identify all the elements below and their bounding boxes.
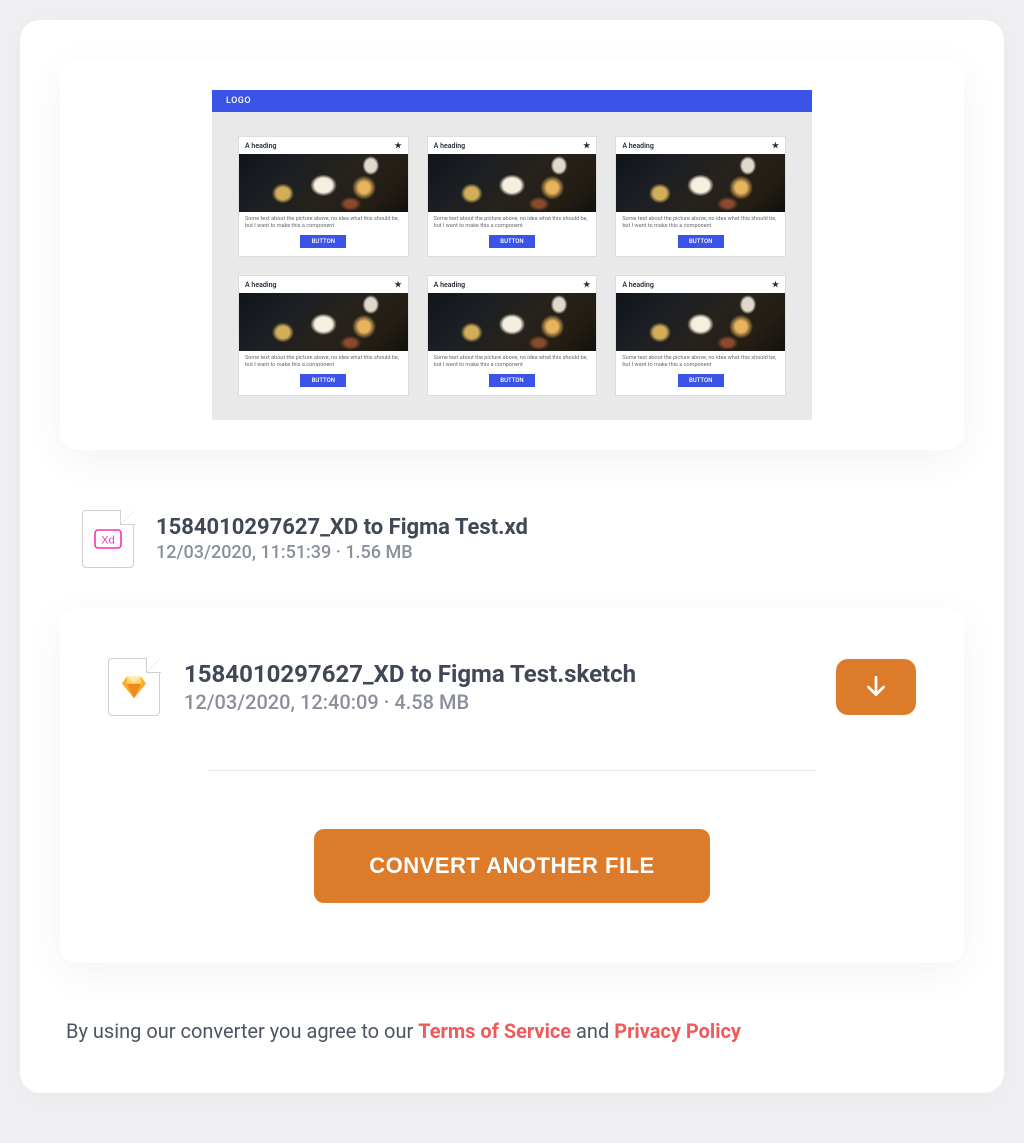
source-file-size: 1.56 MB [345, 542, 412, 563]
preview-card-image [239, 293, 408, 351]
preview-card-heading: A heading [245, 281, 277, 289]
preview-card: A heading ★ Some text about the picture ab… [615, 275, 786, 396]
preview-card: A heading ★ Some text about the picture ab… [238, 136, 409, 257]
preview-card-image [428, 154, 597, 212]
preview-card-text: Some text about the picture above, no id… [434, 355, 591, 368]
star-icon: ★ [772, 141, 779, 150]
star-icon: ★ [583, 280, 590, 289]
source-file-row: Xd 1584010297627_XD to Figma Test.xd 12/… [60, 510, 964, 568]
preview-card-text: Some text about the picture above, no id… [622, 216, 779, 229]
preview-card-button: BUTTON [300, 235, 346, 248]
star-icon: ★ [394, 141, 401, 150]
preview-card-button: BUTTON [300, 374, 346, 387]
footer-mid: and [571, 1019, 614, 1043]
source-file-name: 1584010297627_XD to Figma Test.xd [156, 515, 528, 540]
main-card: LOGO A heading ★ Some text about the pictu… [20, 20, 1004, 1093]
meta-separator: · [379, 690, 395, 714]
terms-of-service-link[interactable]: Terms of Service [418, 1019, 571, 1043]
source-file-info: 1584010297627_XD to Figma Test.xd 12/03/… [156, 515, 528, 563]
privacy-policy-link[interactable]: Privacy Policy [614, 1019, 741, 1043]
result-file-info: 1584010297627_XD to Figma Test.sketch 12… [184, 660, 636, 714]
result-file-name: 1584010297627_XD to Figma Test.sketch [184, 660, 636, 688]
preview-card-heading: A heading [622, 142, 654, 150]
download-button[interactable] [836, 659, 916, 715]
preview-card-text: Some text about the picture above, no id… [245, 355, 402, 368]
convert-another-button[interactable]: CONVERT ANOTHER FILE [314, 829, 709, 903]
source-file-meta: 12/03/2020, 11:51:39 · 1.56 MB [156, 542, 528, 563]
preview-mockup: LOGO A heading ★ Some text about the pictu… [212, 90, 812, 420]
star-icon: ★ [394, 280, 401, 289]
preview-card: A heading ★ Some text about the picture ab… [427, 136, 598, 257]
result-panel: 1584010297627_XD to Figma Test.sketch 12… [60, 608, 964, 963]
preview-card-button: BUTTON [678, 374, 724, 387]
preview-card-text: Some text about the picture above, no id… [622, 355, 779, 368]
download-icon [863, 674, 889, 700]
result-file-size: 4.58 MB [394, 690, 469, 714]
result-file-row: 1584010297627_XD to Figma Test.sketch 12… [108, 658, 916, 716]
preview-card: A heading ★ Some text about the picture ab… [615, 136, 786, 257]
preview-logo-text: LOGO [226, 96, 251, 106]
preview-card-heading: A heading [434, 142, 466, 150]
meta-separator: · [331, 542, 345, 563]
preview-card-button: BUTTON [489, 374, 535, 387]
source-file-date: 12/03/2020, 11:51:39 [156, 542, 331, 563]
preview-card-heading: A heading [434, 281, 466, 289]
preview-card: A heading ★ Some text about the picture ab… [427, 275, 598, 396]
preview-card-heading: A heading [622, 281, 654, 289]
sketch-file-icon [108, 658, 160, 716]
preview-card: A heading ★ Some text about the picture ab… [238, 275, 409, 396]
divider [208, 770, 816, 771]
result-file-meta: 12/03/2020, 12:40:09 · 4.58 MB [184, 690, 636, 714]
preview-card-button: BUTTON [489, 235, 535, 248]
preview-card-text: Some text about the picture above, no id… [434, 216, 591, 229]
star-icon: ★ [772, 280, 779, 289]
preview-panel: LOGO A heading ★ Some text about the pictu… [60, 60, 964, 450]
preview-card-image [239, 154, 408, 212]
preview-card-text: Some text about the picture above, no id… [245, 216, 402, 229]
preview-card-heading: A heading [245, 142, 277, 150]
result-file-date: 12/03/2020, 12:40:09 [184, 690, 379, 714]
preview-card-button: BUTTON [678, 235, 724, 248]
preview-card-image [428, 293, 597, 351]
svg-text:Xd: Xd [101, 535, 114, 547]
xd-file-icon: Xd [82, 510, 134, 568]
footer-prefix: By using our converter you agree to our [66, 1019, 418, 1043]
footer-text: By using our converter you agree to our … [60, 1019, 964, 1043]
preview-logo-bar: LOGO [212, 90, 812, 112]
preview-grid: A heading ★ Some text about the picture ab… [212, 112, 812, 420]
star-icon: ★ [583, 141, 590, 150]
preview-card-image [616, 154, 785, 212]
preview-card-image [616, 293, 785, 351]
